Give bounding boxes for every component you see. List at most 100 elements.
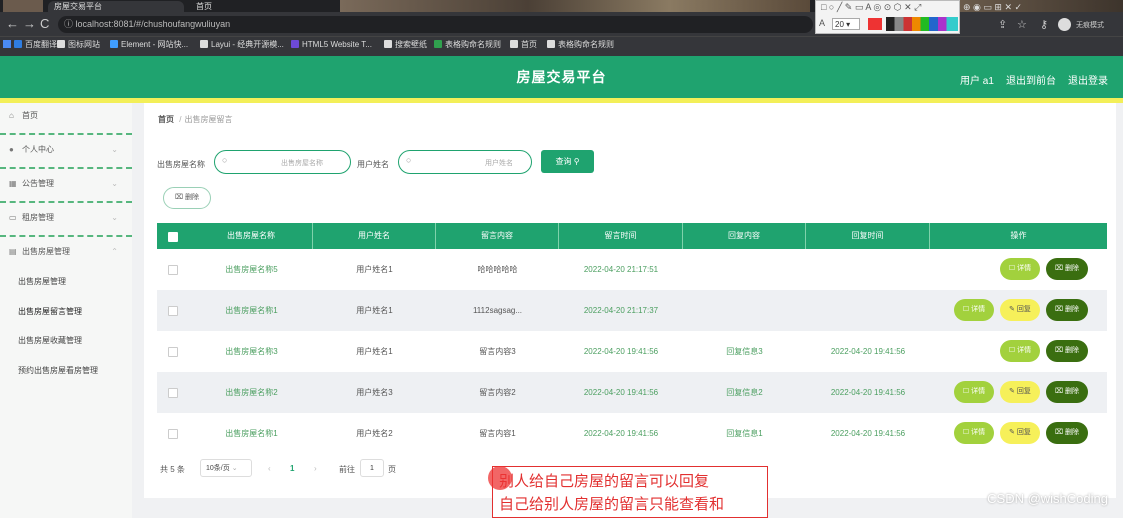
sidebar-subitem-favorites[interactable]: 出售房屋收藏管理	[18, 335, 82, 346]
back-to-front-link[interactable]: 退出到前台	[1006, 72, 1056, 87]
home-icon: ⌂	[9, 111, 14, 120]
browser-tab-active[interactable]: 房屋交易平台	[48, 1, 184, 12]
bookmark-item[interactable]: 首页	[510, 39, 537, 51]
forward-icon[interactable]: →	[23, 16, 36, 32]
background-text-fragment	[770, 506, 1030, 518]
apps-icon[interactable]	[3, 40, 11, 48]
sidebar-item-label: 租房管理	[22, 213, 54, 222]
bookmark-item[interactable]: Layui - 经典开源模...	[200, 39, 284, 51]
bookmark-icon	[510, 40, 518, 48]
prev-page-button[interactable]: ‹	[268, 464, 271, 473]
detail-button[interactable]: ☐ 详情	[954, 299, 994, 321]
query-button[interactable]: 查询 ⚲	[541, 150, 594, 173]
reload-icon[interactable]: C	[40, 16, 49, 32]
trash-icon: ⌧	[174, 194, 184, 201]
detail-button[interactable]: ☐ 详情	[1000, 258, 1040, 280]
reply-button[interactable]: ✎ 回复	[1000, 299, 1040, 321]
user-name[interactable]: 用户 a1	[960, 72, 994, 87]
row-checkbox[interactable]	[168, 429, 178, 439]
key-icon[interactable]: ⚷	[1040, 18, 1048, 31]
sidebar-item-rent[interactable]: ▭ 租房管理 ⌄	[0, 203, 132, 237]
sidebar-item-home[interactable]: ⌂ 首页	[0, 101, 132, 135]
goto-page-input[interactable]: 1	[360, 459, 384, 477]
detail-button[interactable]: ☐ 详情	[1000, 340, 1040, 362]
site-title: 房屋交易平台	[516, 69, 607, 85]
chevron-down-icon: ⌄	[111, 179, 118, 188]
button-label: 详情	[971, 306, 986, 313]
bookmark-item[interactable]: HTML5 Website T...	[291, 39, 372, 51]
cell-user: 用户姓名3	[356, 388, 393, 397]
reply-button[interactable]: ✎ 回复	[1000, 381, 1040, 403]
incognito-icon[interactable]	[1058, 18, 1071, 31]
select-all-checkbox[interactable]	[168, 232, 178, 242]
house-name-input[interactable]: ○ 出售房屋名称	[214, 150, 351, 174]
cell-user: 用户姓名1	[356, 347, 393, 356]
page-unit-label: 页	[388, 465, 396, 474]
bookmark-label: 表格购命名规则	[445, 40, 501, 49]
calendar-icon: ▦	[9, 179, 17, 188]
row-checkbox[interactable]	[168, 265, 178, 275]
sidebar-subitem-sale[interactable]: 出售房屋管理	[18, 276, 66, 287]
bookmark-item[interactable]: 搜索壁纸	[384, 39, 427, 51]
row-checkbox[interactable]	[168, 388, 178, 398]
cell-reply-time: 2022-04-20 19:41:56	[830, 388, 906, 397]
cell-reply: 回复信息3	[726, 347, 763, 356]
bookmark-item[interactable]: 图标网站	[57, 39, 100, 51]
document-icon: ☐	[962, 429, 972, 436]
button-label: 删除	[1065, 429, 1079, 436]
color-palette[interactable]	[886, 17, 958, 31]
page-number-current[interactable]: 1	[290, 464, 294, 473]
bookmark-item[interactable]: 表格购命名规则	[547, 39, 614, 51]
user-name-input[interactable]: ○ 用户姓名	[398, 150, 532, 174]
delete-button[interactable]: ⌧ 删除	[1046, 381, 1088, 403]
detail-button[interactable]: ☐ 详情	[954, 381, 994, 403]
next-page-button[interactable]: ›	[314, 464, 317, 473]
bookmark-label: Layui - 经典开源模...	[211, 40, 284, 49]
reply-button[interactable]: ✎ 回复	[1000, 422, 1040, 444]
page-size-select[interactable]: 10条/页 ⌄	[200, 459, 252, 477]
breadcrumb-home[interactable]: 首页	[158, 115, 174, 124]
bookmark-item[interactable]: 百度翻译	[14, 39, 57, 51]
sidebar-item-label: 公告管理	[22, 179, 54, 188]
watermark: CSDN @wishCoding	[987, 491, 1108, 506]
edit-icon: ✎	[1009, 388, 1017, 395]
batch-delete-button[interactable]: ⌧ 删除	[163, 187, 211, 209]
detail-button[interactable]: ☐ 详情	[954, 422, 994, 444]
sidebar-item-sale[interactable]: ▤ 出售房屋管理 ⌃	[0, 237, 132, 271]
document-icon: ☐	[962, 306, 972, 313]
bookmark-icon	[291, 40, 299, 48]
breadcrumb-separator: /	[179, 115, 182, 124]
sidebar-item-personal[interactable]: ● 个人中心 ⌄	[0, 135, 132, 169]
size-select[interactable]: 20 ▾	[832, 18, 860, 30]
share-icon[interactable]: ⇪	[998, 18, 1007, 31]
delete-button[interactable]: ⌧ 删除	[1046, 299, 1088, 321]
bookmark-item[interactable]: Element - 网站快...	[110, 39, 188, 51]
text-tool-icon[interactable]: A	[819, 18, 825, 28]
bookmark-star-icon[interactable]: ☆	[1017, 18, 1027, 31]
bookmark-item[interactable]: 表格购命名规则	[434, 39, 501, 51]
delete-button[interactable]: ⌧ 删除	[1046, 258, 1088, 280]
cell-user: 用户姓名1	[356, 306, 393, 315]
sidebar-item-notice[interactable]: ▦ 公告管理 ⌄	[0, 169, 132, 203]
sidebar-subitem-viewing[interactable]: 预约出售房屋看房管理	[18, 365, 98, 376]
button-label: 回复	[1016, 429, 1031, 436]
profile-label: 无痕模式	[1076, 22, 1104, 29]
row-checkbox[interactable]	[168, 347, 178, 357]
browser-tab[interactable]: 首页	[190, 1, 326, 12]
delete-button[interactable]: ⌧ 删除	[1046, 340, 1088, 362]
col-user-name: 用户姓名	[313, 223, 436, 249]
draw-tools-row[interactable]: □ ○ ╱ ✎ ▭ A ◎ ⊙ ⬡ ✕ ⤢	[821, 2, 921, 13]
sidebar-item-label: 个人中心	[22, 145, 54, 154]
current-color-swatch[interactable]	[868, 18, 882, 30]
trash-icon: ⌧	[1054, 388, 1065, 395]
back-icon[interactable]: ←	[6, 16, 19, 32]
cell-content: 1112sagsag...	[472, 306, 523, 315]
url-field[interactable]: ⓘ localhost:8081/#/chushoufangwuliuyan	[58, 16, 813, 33]
sidebar-subitem-messages[interactable]: 出售房屋留言管理	[18, 306, 82, 317]
logout-link[interactable]: 退出登录	[1068, 72, 1108, 87]
button-label: 详情	[1017, 265, 1032, 272]
row-checkbox[interactable]	[168, 306, 178, 316]
delete-button[interactable]: ⌧ 删除	[1046, 422, 1088, 444]
sidebar-item-label: 出售房屋管理	[22, 247, 70, 256]
cell-reply-time: 2022-04-20 19:41:56	[830, 347, 906, 356]
